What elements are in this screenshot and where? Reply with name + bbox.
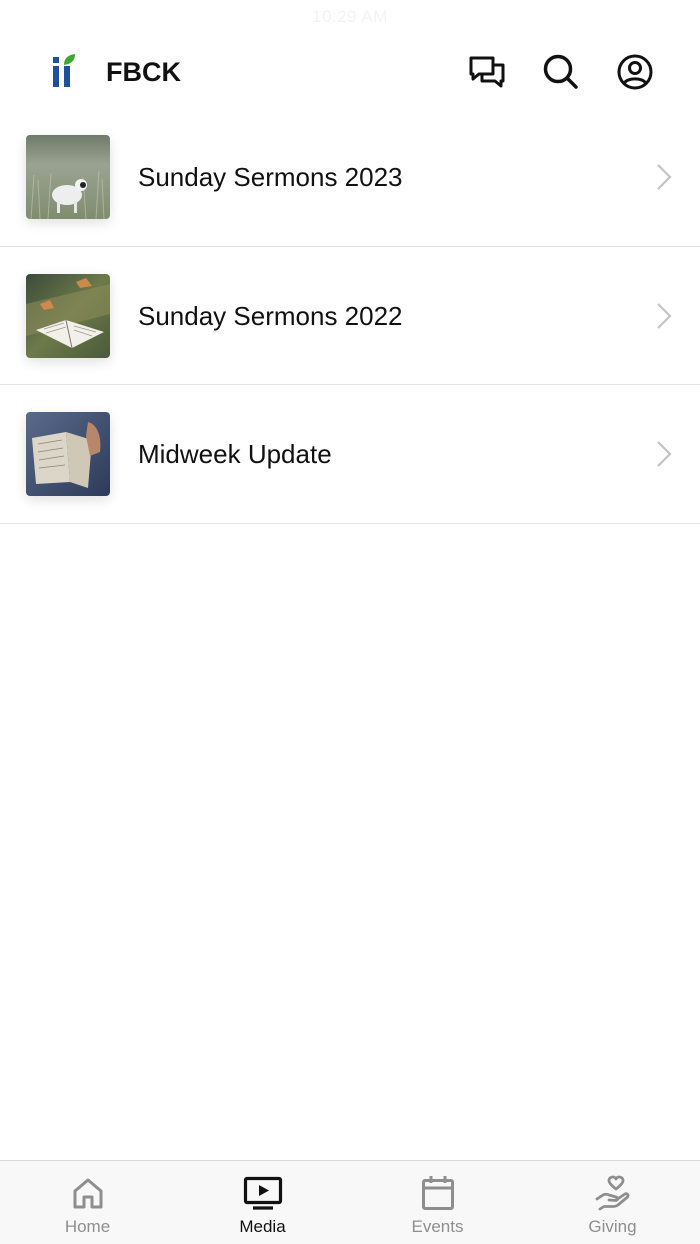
bible-thumbnail	[26, 273, 110, 358]
tab-events[interactable]: Events	[350, 1161, 525, 1244]
tab-media[interactable]: Media	[175, 1161, 350, 1244]
media-icon	[243, 1176, 282, 1210]
search-icon	[543, 54, 578, 89]
list-item[interactable]: Midweek Update	[0, 385, 700, 524]
chevron-right-icon	[657, 441, 672, 467]
tab-label: Events	[411, 1217, 464, 1236]
user-circle-icon	[617, 54, 653, 90]
lamb-thumbnail	[26, 135, 110, 219]
tab-giving[interactable]: Giving	[525, 1161, 700, 1244]
home-icon	[73, 1178, 102, 1209]
list-item[interactable]: Sunday Sermons 2023	[0, 108, 700, 247]
app-logo	[50, 54, 78, 90]
chevron-right-icon	[657, 302, 672, 329]
app-screen: 10:29 AM FBCK Sunday Sermons 2023 Sunday…	[0, 0, 700, 1244]
chevron-right-icon	[657, 164, 672, 190]
giving-icon	[595, 1175, 629, 1211]
app-header: FBCK	[0, 34, 700, 110]
tab-label: Home	[64, 1217, 111, 1236]
tab-label: Giving	[588, 1217, 637, 1236]
calendar-icon	[421, 1176, 454, 1210]
status-bar: 10:29 AM	[0, 0, 700, 34]
profile-button[interactable]	[613, 50, 657, 94]
media-list: Sunday Sermons 2023 Sunday Sermons 2022 …	[0, 108, 700, 524]
chat-icon	[469, 56, 505, 88]
messages-button[interactable]	[465, 50, 509, 94]
list-item-label: Sunday Sermons 2023	[138, 162, 403, 192]
status-time: 10:29 AM	[312, 7, 388, 26]
list-item[interactable]: Sunday Sermons 2022	[0, 247, 700, 385]
tab-bar: Home Media Events Giving	[0, 1160, 700, 1244]
app-title: FBCK	[106, 57, 181, 87]
tab-label: Media	[239, 1217, 286, 1236]
list-item-label: Midweek Update	[138, 439, 332, 469]
tab-home[interactable]: Home	[0, 1161, 175, 1244]
hand-bible-thumbnail	[26, 412, 110, 496]
search-button[interactable]	[539, 50, 583, 94]
list-item-label: Sunday Sermons 2022	[138, 300, 403, 331]
